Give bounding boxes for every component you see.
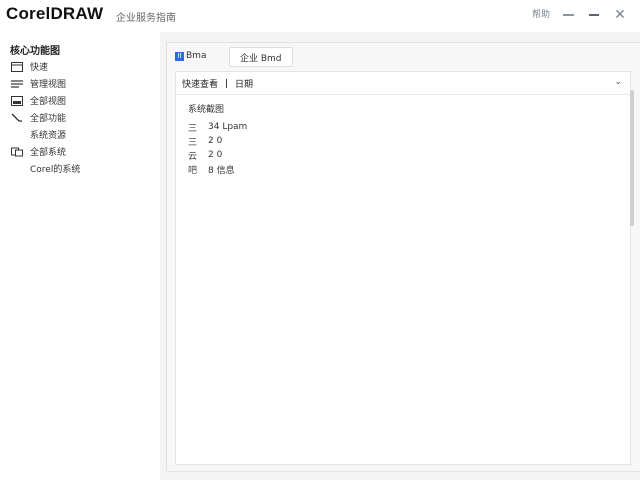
sidebar-heading: 核心功能图	[10, 46, 60, 57]
sidebar-item-label: 全部系统	[30, 148, 67, 158]
dropdown-date: 日期	[235, 79, 254, 90]
sidebar: 核心功能图 快速 管理视图 全部视图 全部功能 系统资源 全部系统 Corel的…	[0, 32, 160, 480]
sidebar-item-functions[interactable]: 全部功能	[0, 109, 160, 126]
row-icon: 云	[188, 151, 198, 162]
maximize-icon	[589, 14, 599, 16]
pen-icon	[10, 112, 24, 124]
row-text: 34 Lpam	[208, 122, 248, 132]
info-title: 系统截图	[188, 105, 225, 115]
dropdown-separator	[226, 78, 228, 88]
window-caption: 企业服务指南	[116, 13, 176, 24]
sidebar-item-systems[interactable]: 全部系统	[0, 143, 160, 160]
tab-bmd[interactable]: 企业 Bmd	[229, 47, 293, 67]
tab-bma[interactable]: II Bma	[175, 47, 206, 65]
list-item: 吧 8 信息	[188, 162, 247, 176]
chevron-down-icon: ⌄	[614, 77, 622, 87]
main-content: II Bma 企业 Bmd 快速查看 日期 ⌄ 系统截图 三 34 Lpam 三…	[166, 42, 640, 472]
list-item: 三 2 0	[188, 134, 247, 148]
minimize-button[interactable]	[557, 6, 579, 24]
content-panel: 快速查看 日期 ⌄ 系统截图 三 34 Lpam 三 2 0 云 2 0 吧 8…	[175, 71, 631, 465]
vertical-scrollbar[interactable]	[630, 90, 634, 226]
help-button[interactable]: 帮助	[530, 6, 552, 24]
list-item: 三 34 Lpam	[188, 120, 247, 134]
view-dropdown[interactable]: 快速查看 日期 ⌄	[176, 72, 630, 95]
list-icon	[10, 78, 24, 90]
stack-icon	[10, 146, 24, 158]
tab-label: Bma	[186, 51, 207, 61]
info-list: 系统截图 三 34 Lpam 三 2 0 云 2 0 吧 8 信息	[188, 102, 247, 176]
maximize-button[interactable]	[583, 6, 605, 24]
row-text: 2 0	[208, 150, 223, 160]
sidebar-item-label: 快速	[30, 63, 49, 73]
close-icon: ✕	[614, 7, 626, 23]
sidebar-item-label: 系统资源	[30, 131, 67, 141]
list-item: 云 2 0	[188, 148, 247, 162]
tab-label: 企业 Bmd	[240, 53, 282, 64]
sidebar-item-label: 管理视图	[30, 80, 67, 90]
sidebar-item-label: Corel的系统	[30, 165, 81, 175]
image-icon	[10, 95, 24, 107]
layout-icon	[10, 61, 24, 73]
row-icon: 吧	[188, 165, 198, 176]
app-title: CorelDRAW	[6, 4, 104, 23]
sidebar-item-quick[interactable]: 快速	[0, 58, 160, 75]
sidebar-item-label: 全部功能	[30, 114, 67, 124]
sidebar-item-label: 全部视图	[30, 97, 67, 107]
row-icon: 三	[188, 137, 198, 148]
close-button[interactable]: ✕	[609, 6, 631, 24]
dropdown-value: 快速查看	[182, 79, 219, 90]
sidebar-item-resources[interactable]: 系统资源	[0, 126, 160, 143]
sidebar-item-manage[interactable]: 管理视图	[0, 75, 160, 92]
sidebar-item-views[interactable]: 全部视图	[0, 92, 160, 109]
tab-badge: II	[175, 51, 184, 61]
sidebar-item-corel[interactable]: Corel的系统	[0, 160, 160, 177]
row-text: 2 0	[208, 136, 223, 146]
minimize-icon	[562, 14, 574, 16]
row-icon: 三	[188, 123, 198, 134]
sidebar-nav: 快速 管理视图 全部视图 全部功能 系统资源 全部系统 Corel的系统	[0, 58, 160, 177]
title-bar: CorelDRAW 企业服务指南 帮助 ✕	[0, 0, 640, 32]
row-text: 8 信息	[208, 165, 235, 176]
